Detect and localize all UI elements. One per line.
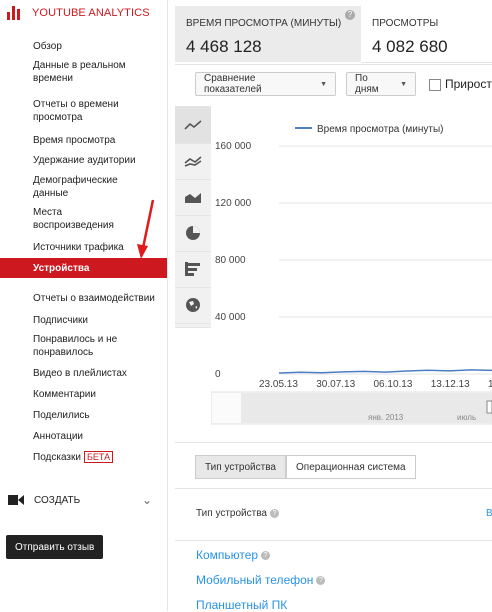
beta-badge: БЕТА: [83, 451, 114, 463]
line-chart-tab[interactable]: [175, 107, 211, 144]
x-tick-label: 23.05.13: [259, 379, 298, 390]
video-camera-icon: [8, 495, 24, 505]
metric-views-value: 4 082 680: [372, 37, 448, 56]
divider: [175, 442, 492, 443]
multiline-chart-icon: [184, 156, 202, 167]
area-chart-icon: [185, 193, 201, 203]
feedback-button[interactable]: Отправить отзыв: [6, 535, 104, 559]
series-line: [278, 369, 492, 374]
legend-label: Время просмотра (минуты): [317, 124, 444, 135]
chevron-down-icon: ⌄: [141, 493, 152, 507]
sidebar-section-engagement[interactable]: Отчеты о взаимодействии: [33, 292, 155, 305]
table-header-cut[interactable]: В: [486, 508, 492, 519]
create-menu[interactable]: СОЗДАТЬ ⌄: [8, 493, 158, 507]
horizontal-bar-icon: [185, 262, 200, 276]
row-label: Компьютер: [196, 548, 259, 562]
line-chart[interactable]: 0 40 000 80 000 120 000 160 000 Время просмот…: [211, 106, 492, 426]
map-chart-tab[interactable]: [175, 287, 211, 324]
x-tick-label: 06.10.13: [374, 379, 413, 390]
metric-watchtime-label: ВРЕМЯ ПРОСМОТРА (МИНУТЫ): [186, 18, 342, 29]
navigator-label: июль: [457, 413, 476, 422]
y-tick-label: 80 000: [215, 255, 246, 266]
y-tick-label: 40 000: [215, 312, 246, 323]
table-header-label: Тип устройства: [196, 508, 267, 519]
row-label: Планшетный ПК: [196, 598, 288, 612]
red-arrow-annotation: [137, 199, 155, 259]
help-icon[interactable]: ?: [316, 575, 326, 585]
navigator-handle: [486, 400, 492, 414]
divider: [175, 488, 492, 489]
caret-down-icon: ▼: [400, 80, 407, 88]
growth-checkbox[interactable]: [429, 79, 441, 91]
y-tick-label: 0: [215, 369, 221, 380]
x-tick-label: 19.0: [488, 379, 492, 390]
pie-chart-tab[interactable]: [175, 215, 211, 252]
help-icon[interactable]: ?: [261, 550, 271, 560]
metric-watchtime-value: 4 468 128: [186, 37, 262, 56]
chart-type-tabs: [175, 106, 211, 328]
y-tick-label: 120 000: [215, 198, 252, 209]
sidebar-item-cards-label: Подсказки: [33, 452, 81, 463]
caret-down-icon: ▼: [320, 80, 327, 88]
row-label: Мобильный телефон: [196, 573, 314, 587]
sidebar-item-likes[interactable]: Понравилось и не: [33, 333, 117, 346]
table-row-tablet[interactable]: Планшетный ПК: [196, 598, 287, 612]
create-label: СОЗДАТЬ: [34, 494, 81, 506]
line-chart-icon: [184, 120, 202, 130]
area-chart-tab[interactable]: [175, 179, 211, 216]
sidebar-item-comments[interactable]: Комментарии: [33, 388, 96, 401]
pie-chart-icon: [186, 226, 200, 240]
sidebar-item-likes-2[interactable]: понравилось: [33, 346, 93, 359]
x-tick-label: 13.12.13: [431, 379, 470, 390]
metric-views[interactable]: ПРОСМОТРЫ 4 082 680: [361, 6, 492, 63]
tab-device-type[interactable]: Тип устройства: [195, 455, 286, 479]
compare-metrics-dropdown[interactable]: Сравнение показателей ▼: [195, 72, 336, 96]
y-tick-label: 160 000: [215, 141, 252, 152]
growth-label: Прирост: [445, 77, 492, 91]
x-tick-label: 30.07.13: [316, 379, 355, 390]
sidebar-item-sharing[interactable]: Поделились: [33, 409, 90, 422]
metric-views-label: ПРОСМОТРЫ: [372, 18, 439, 29]
sidebar-item-annotations[interactable]: Аннотации: [33, 430, 83, 443]
globe-icon: [186, 298, 200, 312]
divider: [175, 540, 492, 541]
metric-watchtime[interactable]: ВРЕМЯ ПРОСМОТРА (МИНУТЫ) 4 468 128 ?: [175, 6, 361, 62]
compare-metrics-label: Сравнение показателей: [204, 73, 262, 95]
sidebar-item-subscribers[interactable]: Подписчики: [33, 314, 88, 327]
sidebar-item-playlists[interactable]: Видео в плейлистах: [33, 367, 127, 380]
sidebar-item-cards[interactable]: Подсказки БЕТА: [33, 451, 114, 464]
main-panel: ВРЕМЯ ПРОСМОТРА (МИНУТЫ) 4 468 128 ? ПРО…: [168, 0, 492, 612]
multiline-chart-tab[interactable]: [175, 143, 211, 180]
navigator-label: янв. 2013: [368, 413, 404, 422]
tab-operating-system[interactable]: Операционная система: [286, 455, 416, 479]
table-row-computer[interactable]: Компьютер ?: [196, 548, 271, 562]
divider: [175, 64, 492, 65]
table-header-device-type: Тип устройства ?: [196, 508, 279, 519]
bar-chart-tab[interactable]: [175, 251, 211, 288]
help-icon[interactable]: ?: [345, 10, 355, 20]
help-icon[interactable]: ?: [269, 509, 279, 518]
table-row-mobile[interactable]: Мобильный телефон ?: [196, 573, 326, 587]
period-label: По дням: [355, 73, 379, 95]
period-dropdown[interactable]: По дням ▼: [346, 72, 416, 96]
navigator-selection: [241, 393, 492, 423]
